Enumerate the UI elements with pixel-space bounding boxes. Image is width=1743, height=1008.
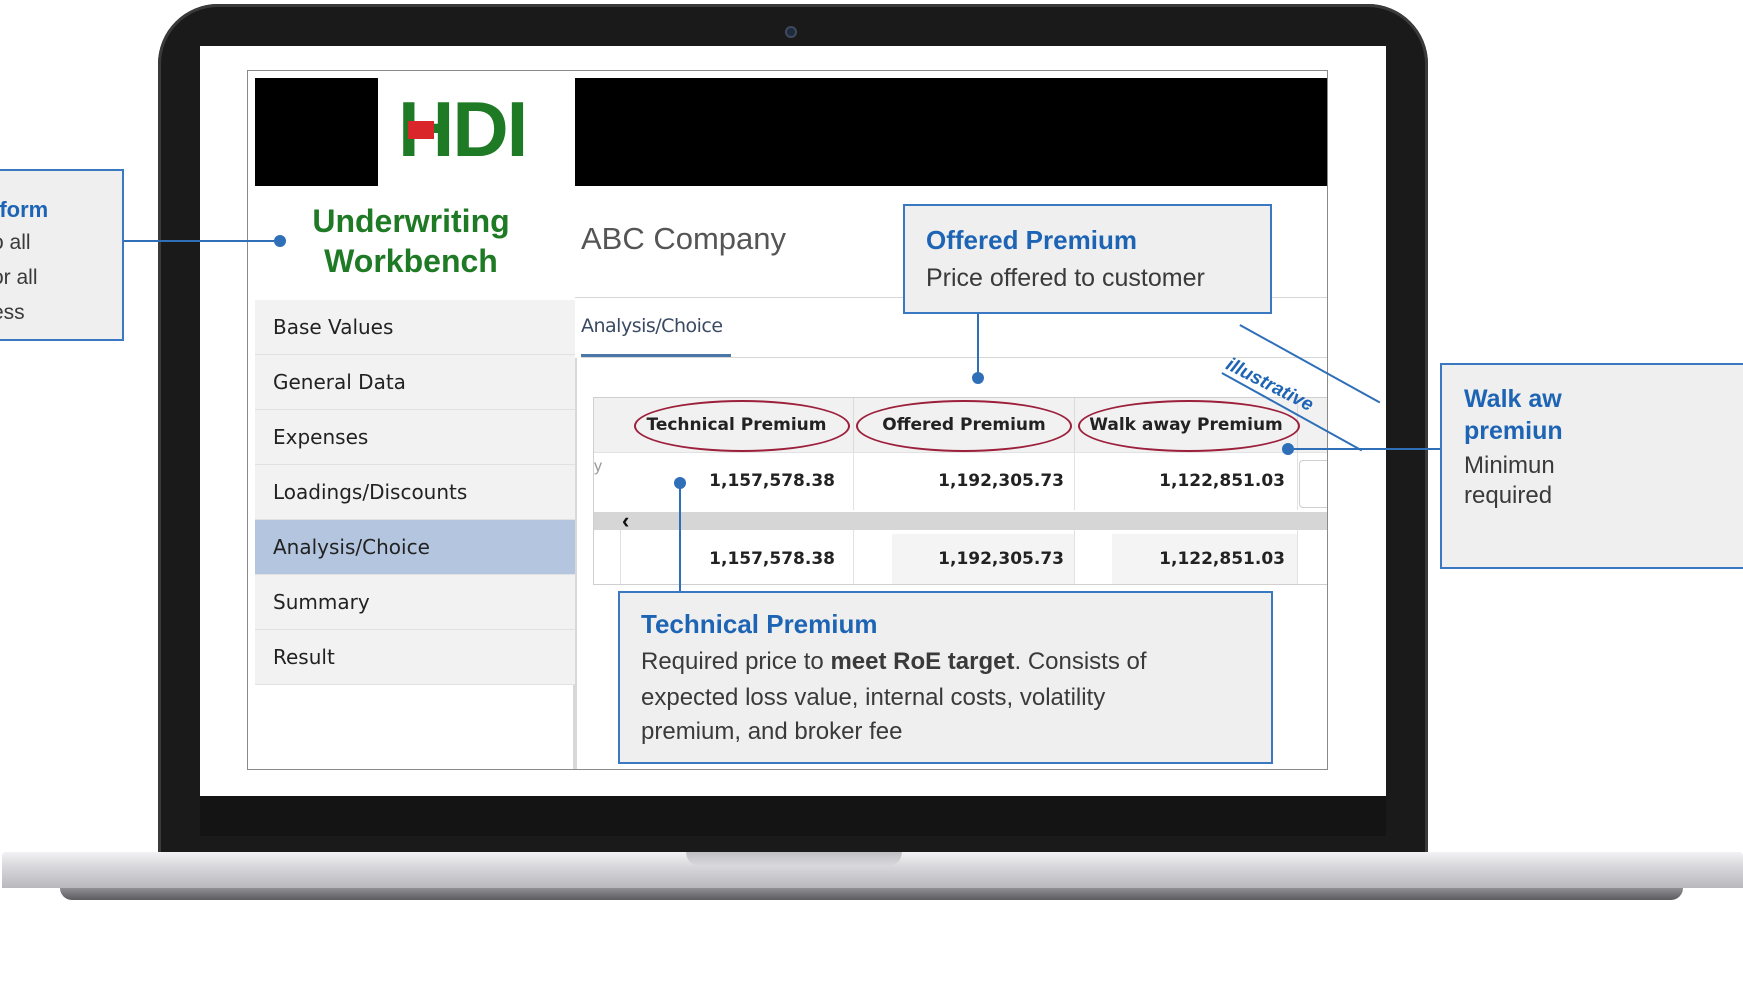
sidebar-item-base-values[interactable]: Base Values	[255, 300, 575, 355]
workbench-title-line1: Underwriting	[312, 203, 510, 239]
total-walk-away-premium: 1,122,851.03	[1159, 549, 1285, 569]
callout-platform-line: o all	[0, 231, 31, 254]
callout-offered-title: Offered Premium	[926, 225, 1137, 255]
sidebar-item-expenses[interactable]: Expenses	[255, 410, 575, 465]
camera-icon	[785, 26, 797, 38]
callout-technical-line1: Required price to meet RoE target. Consi…	[641, 643, 1271, 681]
truncated-cell-text: y	[594, 458, 602, 475]
workbench-title: Underwriting Workbench	[288, 201, 534, 281]
leader-dot	[972, 372, 984, 384]
leader-dot	[674, 477, 686, 489]
sidebar-item-result[interactable]: Result	[255, 630, 575, 685]
highlight-oval	[856, 400, 1072, 452]
callout-offered-premium: Offered Premium Price offered to custome…	[903, 204, 1272, 314]
grid-corner-cell	[594, 398, 621, 452]
leader-line	[1290, 448, 1440, 450]
callout-walk-away-text-line1: Minimun	[1464, 452, 1555, 479]
callout-technical-line3: premium, and broker fee	[641, 718, 903, 745]
premium-grid: Technical Premium Offered Premium Walk a…	[593, 397, 1327, 585]
highlight-oval	[634, 400, 850, 452]
leader-dot	[274, 235, 286, 247]
callout-technical-text-bold: meet RoE target	[830, 648, 1015, 675]
header-black-block	[255, 78, 378, 186]
callout-walk-away-text-line2: required	[1464, 482, 1553, 509]
highlight-oval	[1078, 400, 1300, 452]
hdi-logo-red-bar	[408, 121, 434, 139]
leader-dot	[1282, 443, 1294, 455]
total-technical-premium: 1,157,578.38	[709, 549, 835, 569]
horizontal-scrollbar[interactable]	[594, 512, 1327, 530]
total-offered-premium: 1,192,305.73	[938, 549, 1064, 569]
sidebar-item-loadings-discounts[interactable]: Loadings/Discounts	[255, 465, 575, 520]
callout-platform-line: or all	[0, 266, 38, 289]
partial-input-cell[interactable]	[1299, 460, 1327, 508]
callout-walk-away: Walk aw premiun Minimun required	[1440, 363, 1743, 569]
callout-platform-title: tform	[0, 197, 49, 222]
tab-analysis-choice[interactable]: Analysis/Choice	[581, 315, 723, 337]
sidebar-empty-area	[255, 685, 575, 769]
sidebar-item-summary[interactable]: Summary	[255, 575, 575, 630]
callout-technical-text-post: . Consists of	[1014, 648, 1147, 675]
callout-technical-text-pre: Required price to	[641, 648, 831, 675]
value-offered-premium[interactable]: 1,192,305.73	[854, 452, 1064, 510]
callout-walk-away-title-line2: premiun	[1464, 417, 1563, 445]
value-technical-premium[interactable]: 1,157,578.38	[620, 452, 835, 510]
callout-platform: tform o all or all ess	[0, 169, 124, 341]
header-black-banner	[575, 78, 1327, 186]
laptop-chin	[200, 796, 1386, 836]
sidebar-item-analysis-choice[interactable]: Analysis/Choice	[255, 520, 575, 575]
callout-walk-away-title-line1: Walk aw	[1464, 385, 1562, 413]
sidebar-nav: Base Values General Data Expenses Loadin…	[255, 300, 575, 685]
laptop-notch	[686, 852, 902, 866]
callout-technical-title: Technical Premium	[641, 609, 878, 639]
callout-technical-line2: expected loss value, internal costs, vol…	[641, 684, 1106, 711]
content-border	[575, 358, 577, 769]
tab-divider	[581, 357, 1327, 358]
laptop-foot	[60, 888, 1683, 900]
column-divider	[1297, 452, 1298, 510]
value-walk-away-premium[interactable]: 1,122,851.03	[1075, 452, 1285, 510]
sidebar-item-general-data[interactable]: General Data	[255, 355, 575, 410]
leader-line	[977, 314, 979, 376]
workbench-title-line2: Workbench	[324, 243, 498, 279]
callout-platform-line: ess	[0, 301, 25, 324]
callout-technical-premium: Technical Premium Required price to meet…	[618, 591, 1273, 764]
company-name: ABC Company	[581, 221, 787, 256]
callout-offered-text: Price offered to customer	[926, 264, 1205, 292]
leader-line	[124, 240, 280, 242]
column-divider	[1297, 530, 1298, 584]
leader-line	[679, 485, 681, 591]
